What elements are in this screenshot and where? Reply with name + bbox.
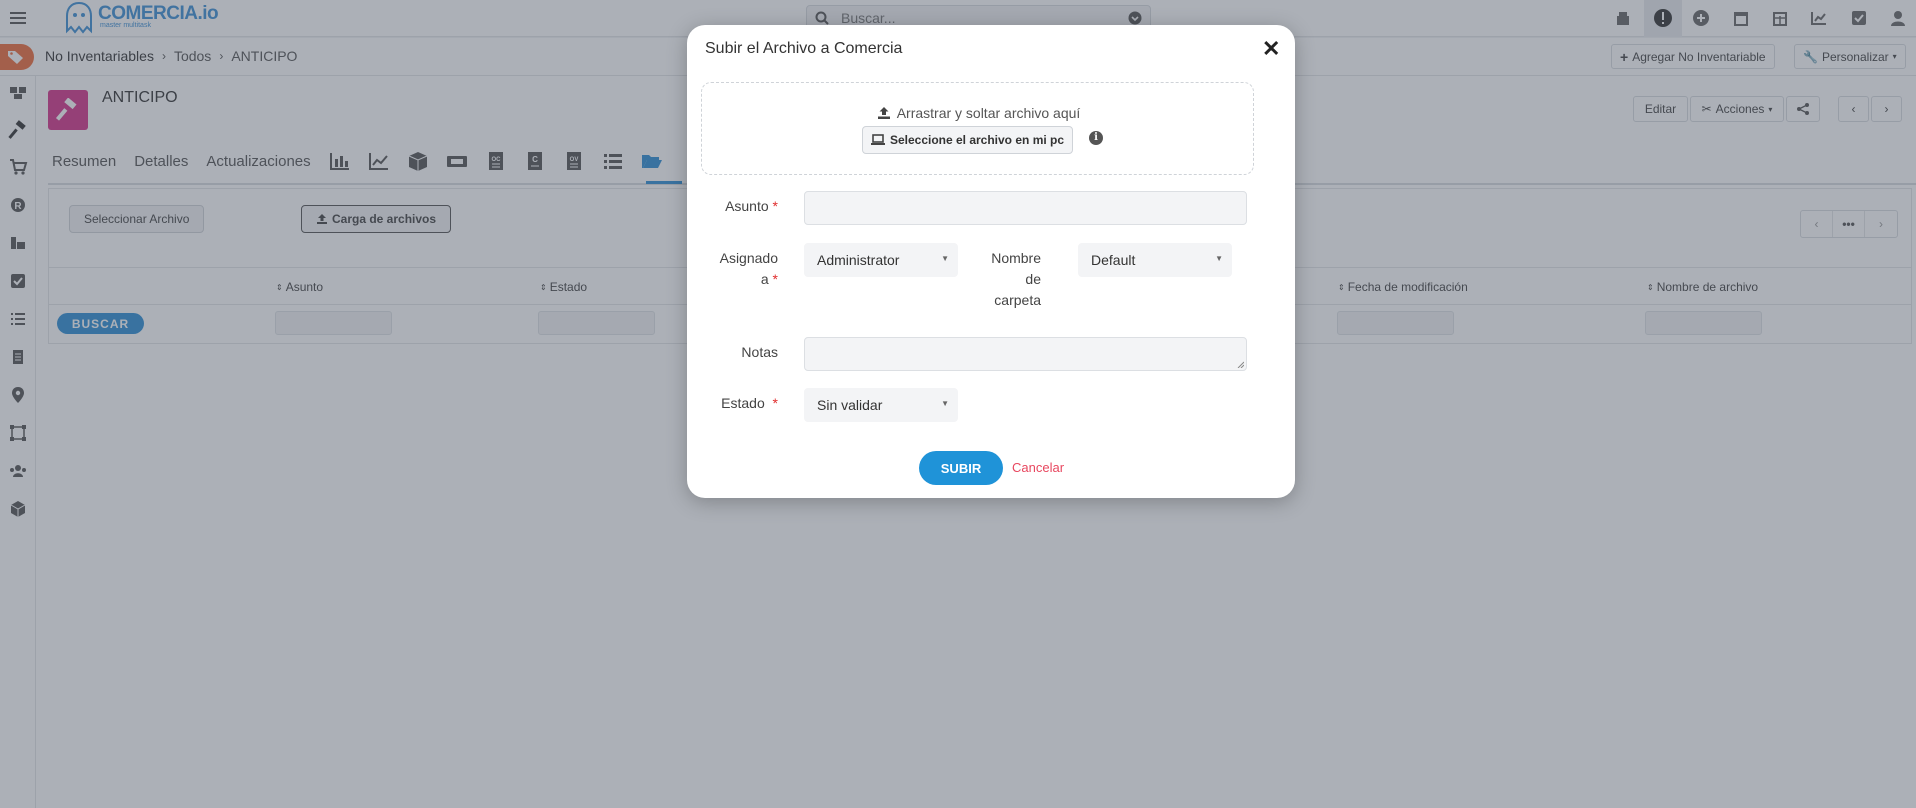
folder-label-line3: carpeta [994, 292, 1041, 308]
status-label-text: Estado [721, 395, 765, 411]
required-marker: * [772, 395, 778, 411]
folder-value: Default [1091, 252, 1136, 268]
assigned-value: Administrator [817, 252, 900, 268]
notes-label-text: Notas [741, 344, 778, 360]
subject-label: Asunto * [707, 196, 778, 217]
laptop-icon [870, 134, 885, 145]
pick-file-button[interactable]: Seleccione el archivo en mi pc [862, 126, 1073, 154]
caret-down-icon: ▼ [1215, 254, 1223, 263]
folder-select[interactable]: Default ▼ [1078, 243, 1232, 277]
assigned-label: Asignado a * [707, 248, 778, 290]
assigned-label-line1: Asignado [719, 250, 778, 266]
folder-label-line1: Nombre [991, 250, 1041, 266]
assigned-label-line2: a [760, 271, 769, 287]
modal-title: Subir el Archivo a Comercia [705, 40, 903, 57]
notes-textarea[interactable] [804, 337, 1247, 371]
subject-input[interactable] [804, 191, 1247, 225]
cancel-link[interactable]: Cancelar [1012, 460, 1064, 475]
folder-label: Nombre de carpeta [977, 248, 1041, 311]
dropzone-hint: Arrastrar y soltar archivo aquí [702, 105, 1255, 121]
resize-handle-icon[interactable] [1237, 361, 1244, 368]
file-dropzone[interactable]: Arrastrar y soltar archivo aquí Seleccio… [701, 82, 1254, 175]
status-label: Estado * [707, 393, 778, 414]
status-value: Sin validar [817, 397, 883, 413]
info-icon[interactable]: i [1089, 131, 1103, 145]
subject-label-text: Asunto [725, 198, 769, 214]
dropzone-text: Arrastrar y soltar archivo aquí [896, 105, 1081, 121]
required-marker: * [772, 271, 778, 287]
status-select[interactable]: Sin validar ▼ [804, 388, 958, 422]
notes-label: Notas [707, 342, 778, 363]
pick-file-label: Seleccione el archivo en mi pc [889, 133, 1065, 147]
upload-icon [877, 107, 890, 119]
caret-down-icon: ▼ [941, 399, 949, 408]
caret-down-icon: ▼ [941, 254, 949, 263]
upload-file-modal: Subir el Archivo a Comercia ✕ Arrastrar … [687, 25, 1295, 498]
folder-label-line2: de [1025, 271, 1041, 287]
close-icon[interactable]: ✕ [1262, 38, 1280, 60]
assigned-select[interactable]: Administrator ▼ [804, 243, 958, 277]
upload-submit-button[interactable]: SUBIR [919, 451, 1003, 485]
required-marker: * [772, 198, 778, 214]
